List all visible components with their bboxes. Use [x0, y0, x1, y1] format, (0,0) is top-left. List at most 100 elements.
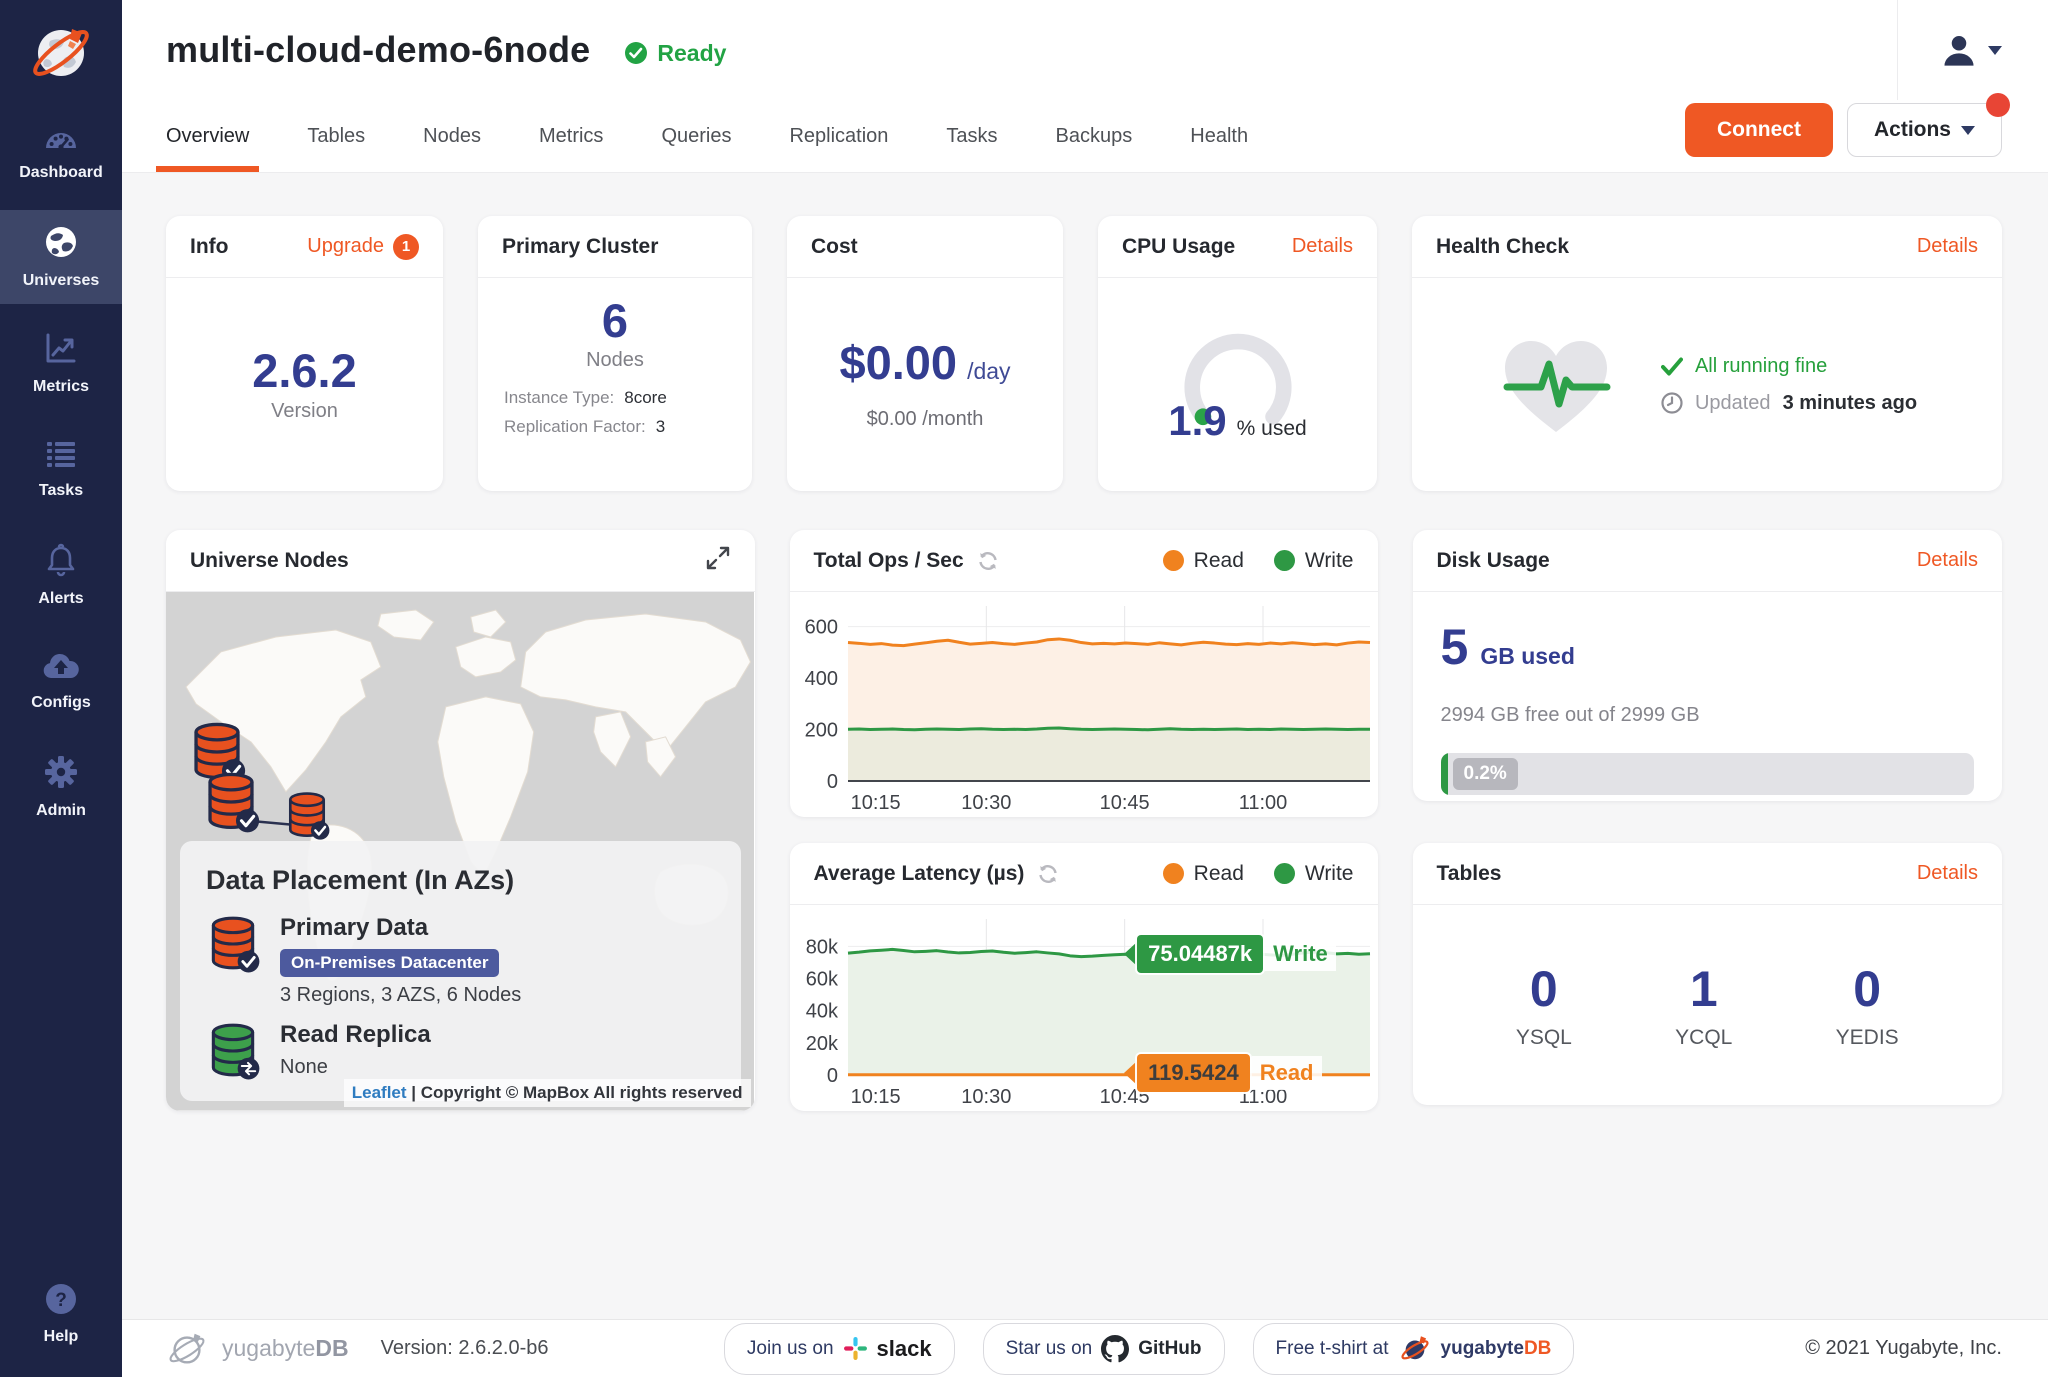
chevron-down-icon [1961, 126, 1975, 135]
svg-text:10:15: 10:15 [850, 1086, 900, 1108]
tab-tables[interactable]: Tables [307, 100, 365, 172]
world-map[interactable]: Data Placement (In AZs) Primary Data On-… [166, 592, 755, 1111]
svg-text:80k: 80k [805, 936, 838, 958]
tab-backups[interactable]: Backups [1056, 100, 1133, 172]
total-ops-chart[interactable]: 020040060010:1510:3010:4511:00 [790, 592, 1378, 817]
disk-used-label: GB used [1480, 643, 1575, 670]
sidebar: Dashboard Universes Metrics Tasks [0, 0, 122, 1377]
overview-content: Info Upgrade 1 2.6.2 Version Primary Clu… [122, 173, 2048, 1319]
health-details-link[interactable]: Details [1917, 235, 1978, 258]
read-replica-label: Read Replica [280, 1021, 431, 1049]
svg-text:10:15: 10:15 [850, 792, 900, 814]
svg-text:10:45: 10:45 [1099, 792, 1149, 814]
notification-dot [1986, 93, 2010, 117]
tshirt-button[interactable]: Free t-shirt at yugabyteDB [1253, 1323, 1575, 1375]
legend-read: Read [1163, 549, 1244, 573]
cpu-percent-unit: % used [1237, 417, 1307, 441]
upgrade-count-badge: 1 [393, 234, 419, 260]
yugabyte-planet-icon [1398, 1332, 1432, 1366]
refresh-icon[interactable] [976, 549, 1000, 573]
check-icon [1661, 357, 1683, 376]
tasks-list-icon [43, 438, 79, 475]
sidebar-item-admin[interactable]: Admin [0, 740, 122, 834]
tab-queries[interactable]: Queries [661, 100, 731, 172]
version-label: Version [271, 400, 338, 423]
tab-replication[interactable]: Replication [789, 100, 888, 172]
sidebar-item-label: Universes [23, 272, 100, 290]
sidebar-nav: Dashboard Universes Metrics Tasks [0, 104, 122, 846]
info-card: Info Upgrade 1 2.6.2 Version [166, 216, 443, 491]
average-latency-chart[interactable]: 020k40k60k80k10:1510:3010:4511:0075.0448… [790, 905, 1378, 1111]
actions-label: Actions [1874, 118, 1951, 142]
tab-health[interactable]: Health [1190, 100, 1248, 172]
sidebar-item-dashboard[interactable]: Dashboard [0, 104, 122, 198]
yedis-label: YEDIS [1836, 1026, 1899, 1050]
tab-metrics[interactable]: Metrics [539, 100, 603, 172]
disk-usage-fill [1441, 753, 1448, 795]
planet-rocket-logo-icon [28, 19, 94, 85]
sidebar-item-metrics[interactable]: Metrics [0, 316, 122, 410]
sidebar-item-label: Metrics [33, 378, 89, 396]
footer-brand: yugabyteDB [222, 1335, 349, 1362]
globe-icon [43, 224, 79, 265]
node-marker-primary[interactable] [284, 790, 330, 846]
upgrade-link[interactable]: Upgrade 1 [307, 234, 419, 260]
node-count: 6 [602, 296, 628, 345]
ysql-value: 0 [1530, 960, 1558, 1018]
instance-type-label: Instance Type: [504, 388, 614, 408]
svg-text:60k: 60k [805, 969, 838, 991]
cpu-card-title: CPU Usage [1122, 235, 1235, 259]
yedis-value: 0 [1853, 960, 1881, 1018]
primary-database-icon [206, 914, 260, 974]
slack-button[interactable]: Join us on slack [724, 1323, 955, 1375]
sidebar-item-universes[interactable]: Universes [0, 210, 122, 304]
universe-nodes-title: Universe Nodes [190, 549, 349, 573]
cpu-details-link[interactable]: Details [1292, 235, 1353, 258]
ycql-count: 1 YCQL [1675, 960, 1732, 1050]
tables-details-link[interactable]: Details [1917, 862, 1978, 885]
disk-usage-card: Disk Usage Details 5 GB used 2994 GB fre… [1413, 530, 2003, 801]
github-label: GitHub [1138, 1338, 1201, 1360]
replication-factor-value: 3 [656, 417, 665, 437]
status-text: Ready [657, 40, 726, 67]
node-marker-primary[interactable] [202, 770, 260, 839]
cost-card-title: Cost [811, 235, 858, 259]
sidebar-item-configs[interactable]: Configs [0, 634, 122, 728]
health-status-text: All running fine [1695, 355, 1827, 378]
universe-title: multi-cloud-demo-6node [166, 29, 590, 71]
tab-tasks[interactable]: Tasks [946, 100, 997, 172]
sidebar-item-label: Tasks [39, 482, 83, 500]
footer-version: Version: 2.6.2.0-b6 [381, 1337, 549, 1360]
map-attribution: Leaflet | Copyright © MapBox All rights … [344, 1079, 751, 1107]
actions-button[interactable]: Actions [1847, 103, 2002, 157]
yugabyte-logo[interactable] [0, 0, 122, 104]
connect-button[interactable]: Connect [1685, 103, 1833, 157]
info-card-title: Info [190, 235, 228, 259]
disk-usage-title: Disk Usage [1437, 549, 1550, 573]
user-avatar-icon [1940, 31, 1978, 69]
read-dot-icon [1163, 550, 1184, 571]
user-menu[interactable] [1897, 0, 2002, 100]
legend-write: Write [1274, 549, 1354, 573]
refresh-icon[interactable] [1036, 862, 1060, 886]
tab-overview[interactable]: Overview [166, 100, 249, 172]
chart-tooltip: 119.5424Read [1124, 1054, 1321, 1092]
disk-details-link[interactable]: Details [1917, 549, 1978, 572]
github-icon [1101, 1335, 1129, 1363]
copyright-text: © 2021 Yugabyte, Inc. [1805, 1337, 2002, 1360]
sidebar-item-help[interactable]: ? Help [0, 1267, 122, 1361]
updated-value: 3 minutes ago [1783, 392, 1917, 415]
slack-prefix: Join us on [747, 1338, 834, 1360]
tab-nodes[interactable]: Nodes [423, 100, 481, 172]
total-ops-card: Total Ops / Sec Read Write 020040060010:… [790, 530, 1378, 817]
svg-text:10:30: 10:30 [961, 792, 1011, 814]
sidebar-item-tasks[interactable]: Tasks [0, 422, 122, 516]
expand-icon[interactable] [705, 545, 731, 576]
sidebar-item-alerts[interactable]: Alerts [0, 528, 122, 622]
svg-text:400: 400 [804, 668, 837, 690]
heartbeat-icon [1497, 332, 1615, 438]
github-button[interactable]: Star us on GitHub [983, 1323, 1225, 1375]
leaflet-link[interactable]: Leaflet [352, 1083, 407, 1102]
sidebar-item-label: Dashboard [19, 164, 103, 182]
instance-type-row: Instance Type: 8core [504, 388, 726, 408]
